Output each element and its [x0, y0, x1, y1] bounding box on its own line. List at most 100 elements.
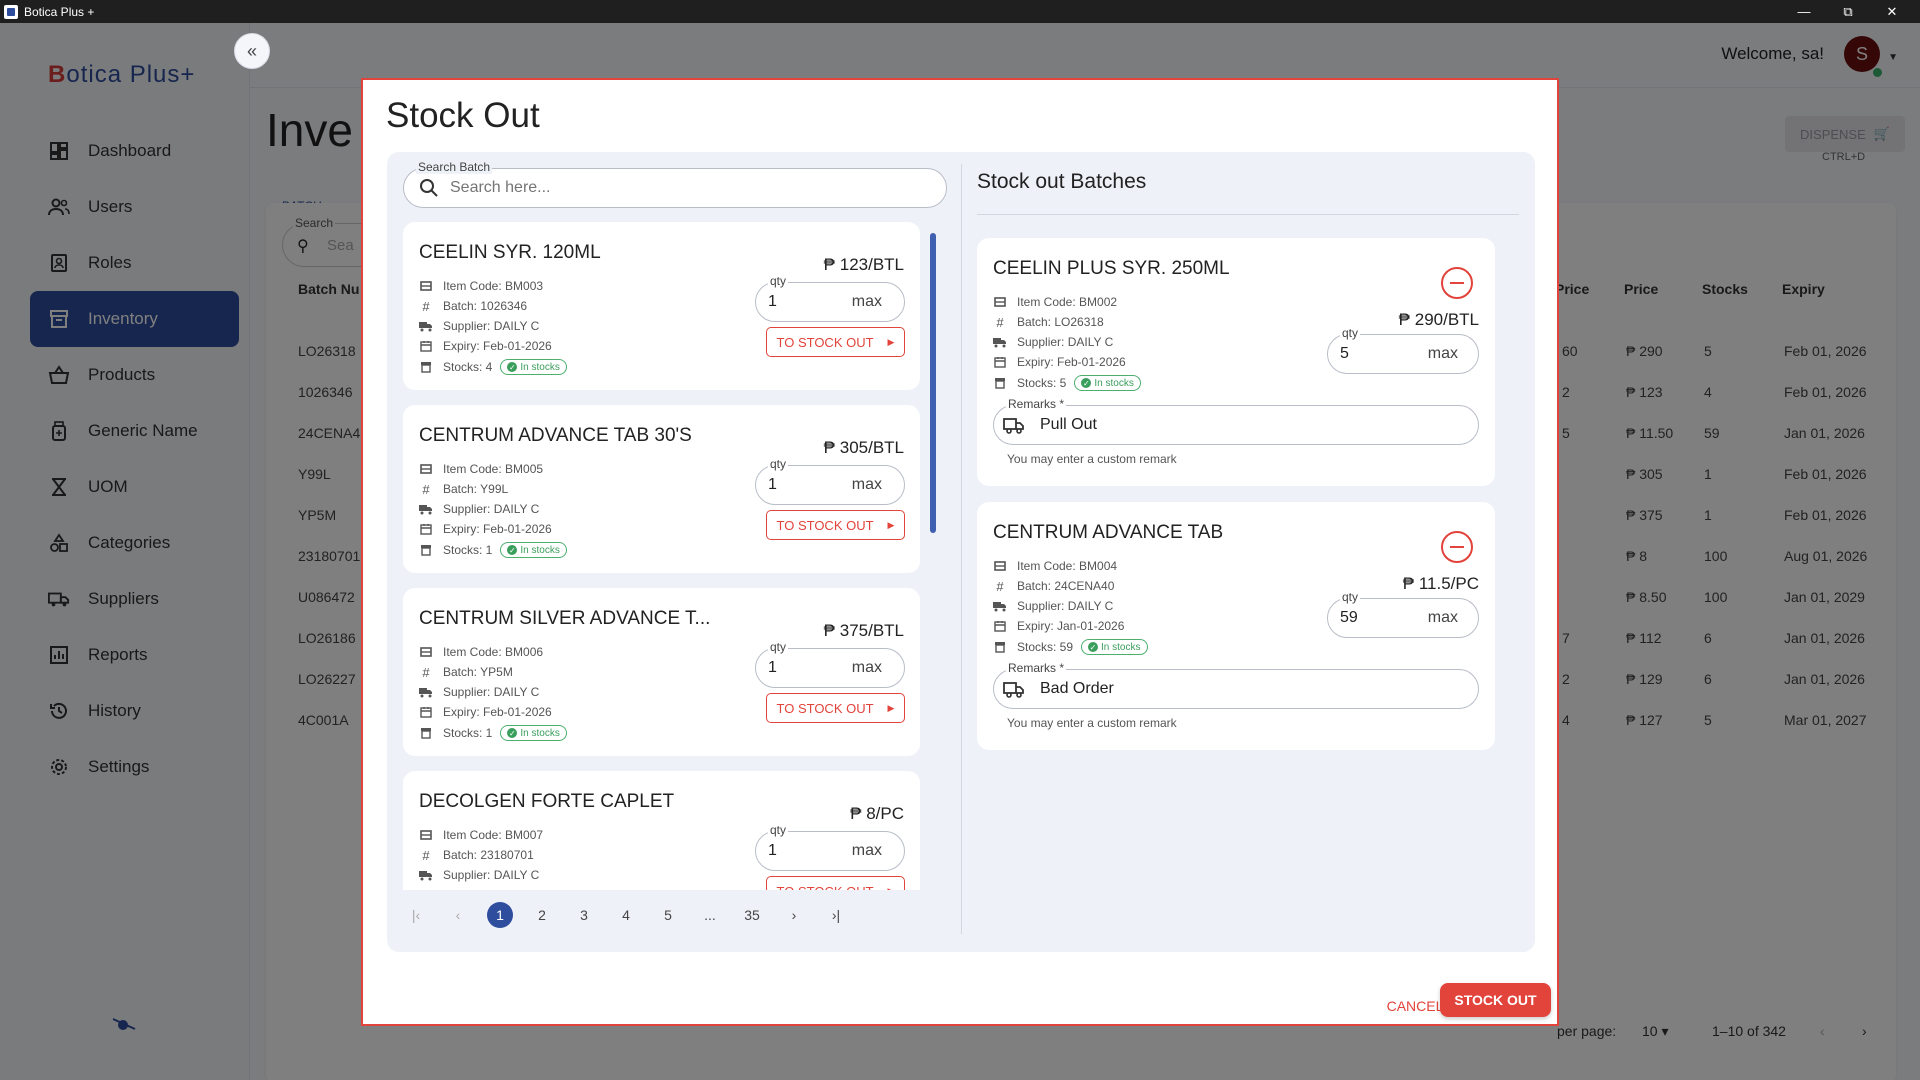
- item-name: CEELIN SYR. 120ML: [419, 242, 601, 263]
- item-name: CENTRUM SILVER ADVANCE T...: [419, 608, 711, 629]
- check-circle-icon: ✓: [507, 362, 518, 372]
- item-batch: # Batch: Y99L: [419, 481, 508, 497]
- stock-out-batches-title: Stock out Batches: [977, 170, 1147, 193]
- batch-number-icon: #: [422, 847, 430, 863]
- item-batch: # Batch: YP5M: [419, 664, 512, 680]
- batch-number-icon: #: [996, 578, 1004, 594]
- page-5[interactable]: 5: [655, 902, 681, 928]
- remarks-field[interactable]: Remarks * Bad Order: [993, 661, 1479, 709]
- max-button[interactable]: max: [852, 659, 882, 677]
- batch-number-icon: #: [422, 664, 430, 680]
- max-button[interactable]: max: [852, 476, 882, 494]
- page-1[interactable]: 1: [487, 902, 513, 928]
- remove-batch-icon[interactable]: [1441, 267, 1473, 299]
- batch-number-icon: #: [422, 298, 430, 314]
- to-stock-out-button[interactable]: TO STOCK OUT▶: [766, 693, 905, 723]
- batch-item-card: DECOLGEN FORTE CAPLET ₱ 8/PCqty1max TO STO…: [403, 771, 920, 890]
- caret-right-icon: ▶: [887, 519, 895, 530]
- item-supplier: Supplier: DAILY C: [419, 685, 539, 699]
- to-stock-out-button[interactable]: TO STOCK OUT▶: [766, 876, 905, 890]
- check-circle-icon: ✓: [507, 545, 518, 555]
- item-name: DECOLGEN FORTE CAPLET: [419, 791, 675, 812]
- qty-input[interactable]: qty 1 max: [755, 457, 905, 505]
- prev-page-icon[interactable]: ‹: [445, 902, 471, 928]
- item-code-icon: [419, 279, 433, 293]
- in-stock-badge: ✓ In stocks: [1081, 639, 1148, 655]
- batch-number-icon: #: [996, 314, 1004, 330]
- item-expiry: Expiry: Feb-01-2026: [419, 522, 552, 536]
- search-icon: [420, 179, 438, 197]
- item-code-icon: [419, 645, 433, 659]
- stock-out-batch-card: CENTRUM ADVANCE TAB ₱ 11.5/PC qty 59 max Rema…: [977, 502, 1495, 750]
- calendar-icon: [993, 619, 1007, 633]
- item-stocks: Stocks: 1 ✓ In stocks: [419, 542, 567, 558]
- stock-out-dialog: Stock Out Search Batch CEELIN SYR. 120ML…: [361, 78, 1559, 1026]
- right-panel-divider: [977, 214, 1519, 215]
- stock-out-batch-card: CEELIN PLUS SYR. 250ML ₱ 290/BTL qty 5 max Re…: [977, 238, 1495, 486]
- stocks-box-icon: [419, 360, 433, 374]
- item-expiry: Expiry: Jan-01-2026: [993, 619, 1124, 633]
- to-stock-out-button[interactable]: TO STOCK OUT▶: [766, 327, 905, 357]
- item-stocks: Stocks: 5 ✓ In stocks: [993, 375, 1141, 391]
- item-code: Item Code: BM003: [419, 279, 543, 293]
- next-page-icon[interactable]: ›: [781, 902, 807, 928]
- calendar-icon: [419, 705, 433, 719]
- batch-item-card: CENTRUM SILVER ADVANCE T... ₱ 375/BTL qty 1…: [403, 588, 920, 756]
- batch-number-icon: #: [422, 481, 430, 497]
- item-price: ₱ 305/BTL: [823, 438, 904, 457]
- stock-out-button[interactable]: STOCK OUT: [1440, 983, 1551, 1017]
- item-supplier: Supplier: DAILY C: [419, 319, 539, 333]
- item-supplier: Supplier: DAILY C: [419, 502, 539, 516]
- calendar-icon: [419, 339, 433, 353]
- item-code-icon: [993, 559, 1007, 573]
- qty-input[interactable]: qty 1 max: [755, 640, 905, 688]
- minimize-icon[interactable]: —: [1782, 0, 1826, 23]
- qty-input[interactable]: qty 1 max: [755, 274, 905, 322]
- item-supplier: Supplier: DAILY C: [419, 868, 539, 882]
- item-code-icon: [419, 462, 433, 476]
- max-button[interactable]: max: [852, 293, 882, 311]
- calendar-icon: [993, 355, 1007, 369]
- page-4[interactable]: 4: [613, 902, 639, 928]
- page-35[interactable]: 35: [739, 902, 765, 928]
- page-2[interactable]: 2: [529, 902, 555, 928]
- batch-qty-input[interactable]: qty 59 max: [1327, 590, 1479, 638]
- batch-item-card: CEELIN SYR. 120ML ₱ 123/BTL qty 1 max TO STOC…: [403, 222, 920, 390]
- in-stock-badge: ✓ In stocks: [500, 542, 567, 558]
- window-titlebar: Botica Plus + — ⧉ ✕: [0, 0, 1920, 23]
- dialog-content: Search Batch CEELIN SYR. 120ML₱ 123/BTLq…: [387, 152, 1535, 952]
- first-page-icon[interactable]: |‹: [403, 902, 429, 928]
- supplier-truck-icon: [419, 685, 433, 699]
- item-name: CENTRUM ADVANCE TAB 30'S: [419, 425, 692, 446]
- panel-divider: [961, 164, 962, 934]
- supplier-truck-icon: [419, 502, 433, 516]
- caret-right-icon: ▶: [887, 336, 895, 347]
- qty-input[interactable]: qty 1 max: [755, 823, 905, 871]
- check-circle-icon: ✓: [507, 728, 518, 738]
- supplier-truck-icon: [993, 599, 1007, 613]
- stocks-box-icon: [993, 376, 1007, 390]
- remarks-field[interactable]: Remarks * Pull Out: [993, 397, 1479, 445]
- list-scrollbar[interactable]: [930, 233, 936, 533]
- batch-qty-input[interactable]: qty 5 max: [1327, 326, 1479, 374]
- remove-batch-icon[interactable]: [1441, 531, 1473, 563]
- last-page-icon[interactable]: ›|: [823, 902, 849, 928]
- item-batch: # Batch: 24CENA40: [993, 578, 1114, 594]
- supplier-truck-icon: [419, 319, 433, 333]
- item-code-icon: [993, 295, 1007, 309]
- batch-price: ₱ 11.5/PC: [1402, 574, 1479, 593]
- item-expiry: Expiry: Feb-01-2026: [419, 705, 552, 719]
- max-button[interactable]: max: [1428, 609, 1458, 627]
- search-batch-field: Search Batch: [403, 160, 947, 208]
- close-window-icon[interactable]: ✕: [1870, 0, 1914, 23]
- restore-icon[interactable]: ⧉: [1826, 0, 1870, 23]
- collapse-sidebar-icon[interactable]: «: [234, 33, 270, 69]
- page-3[interactable]: 3: [571, 902, 597, 928]
- search-batch-input[interactable]: [450, 177, 930, 199]
- max-button[interactable]: max: [852, 842, 882, 860]
- to-stock-out-button[interactable]: TO STOCK OUT▶: [766, 510, 905, 540]
- max-button[interactable]: max: [1428, 345, 1458, 363]
- item-batch: # Batch: 23180701: [419, 847, 533, 863]
- delivery-truck-icon: [1003, 682, 1024, 698]
- calendar-icon: [419, 888, 433, 890]
